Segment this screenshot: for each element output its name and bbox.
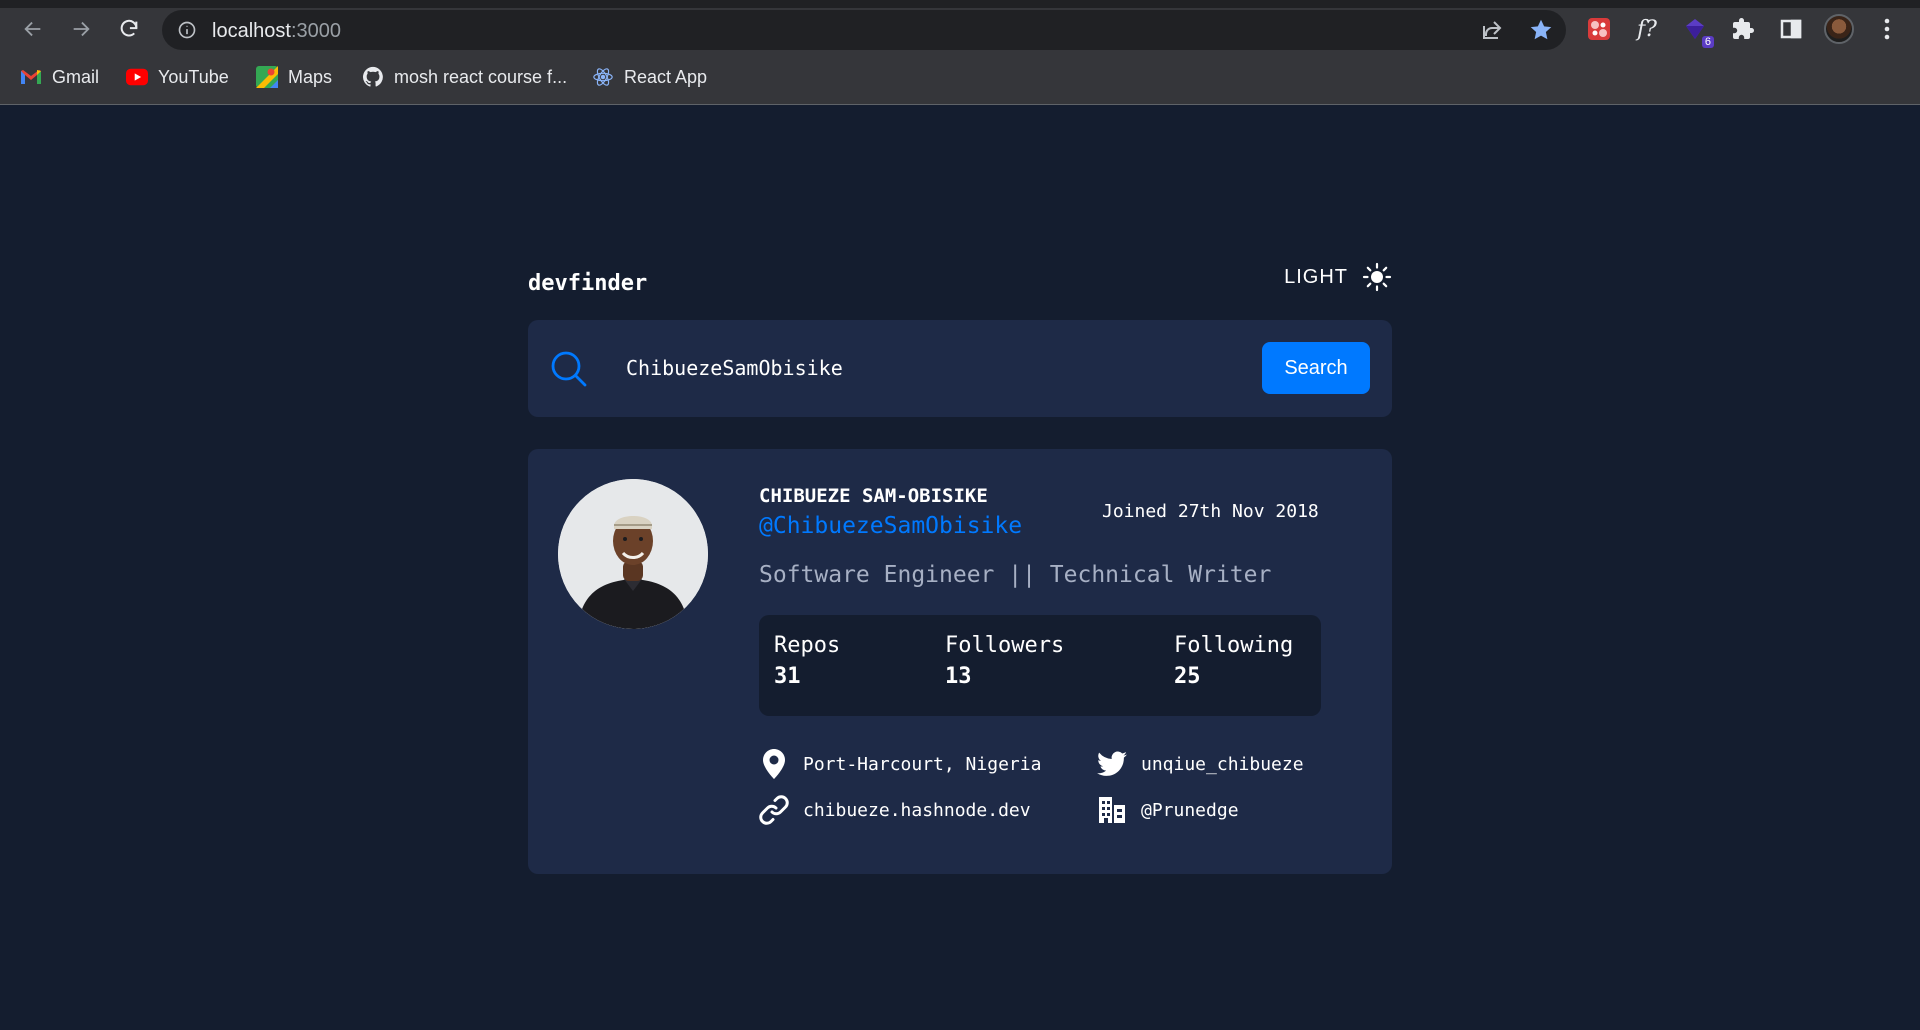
stat-followers: Followers 13 — [945, 633, 1064, 689]
search-bar: Search — [528, 320, 1392, 417]
address-bar[interactable]: localhost:3000 — [162, 10, 1566, 50]
react-icon — [592, 66, 614, 88]
extension-badge: 6 — [1701, 36, 1714, 48]
extension-grid-icon — [1588, 18, 1610, 40]
theme-label: LIGHT — [1284, 265, 1348, 288]
bookmark-github[interactable]: mosh react course f... — [362, 63, 567, 91]
url-host: localhost — [212, 20, 291, 42]
profile-card: CHIBUEZE SAM-OBISIKE @ChibuezeSamObisike… — [528, 449, 1392, 874]
joined-date: Joined 27th Nov 2018 — [1102, 501, 1319, 522]
arrow-right-icon — [73, 21, 90, 37]
location-item: Port-Harcourt, Nigeria — [759, 749, 1041, 779]
bookmark-star-icon[interactable] — [1528, 17, 1554, 43]
bookmark-label: mosh react course f... — [394, 66, 568, 87]
url-port: :3000 — [290, 20, 341, 42]
bookmark-maps[interactable]: Maps — [256, 63, 332, 91]
stat-label: Followers — [945, 633, 1065, 658]
extension-3-button[interactable]: 6 — [1680, 14, 1714, 48]
side-panel-button[interactable] — [1776, 14, 1806, 44]
bookmark-youtube[interactable]: YouTube — [126, 63, 229, 91]
company-item: @Prunedge — [1097, 795, 1239, 825]
extension-1-button[interactable] — [1584, 14, 1614, 44]
forward-button[interactable] — [64, 12, 98, 46]
profile-handle-link[interactable]: @ChibuezeSamObisike — [759, 513, 1022, 539]
twitter-item[interactable]: unqiue_chibueze — [1097, 749, 1304, 779]
profile-avatar-icon[interactable] — [1824, 14, 1854, 44]
profile-name: CHIBUEZE SAM-OBISIKE — [759, 485, 988, 507]
bookmark-react-app[interactable]: React App — [592, 63, 707, 91]
stat-value: 31 — [774, 664, 801, 689]
search-input[interactable] — [626, 346, 1226, 390]
puzzle-icon — [1733, 18, 1754, 39]
github-icon — [362, 66, 384, 88]
arrow-left-icon — [24, 21, 41, 37]
maps-icon — [256, 66, 278, 88]
search-icon — [551, 351, 587, 387]
twitter-icon — [1097, 749, 1127, 779]
stat-label: Repos — [774, 633, 841, 658]
theme-toggle-button[interactable]: LIGHT — [1284, 262, 1392, 292]
stats-panel: Repos 31 Followers 13 Following 25 — [759, 615, 1321, 716]
profile-links: Port-Harcourt, Nigeria chibueze.hashnode… — [759, 749, 1359, 849]
search-button[interactable]: Search — [1262, 342, 1370, 394]
website-item[interactable]: chibueze.hashnode.dev — [759, 795, 1031, 825]
reload-button[interactable] — [112, 12, 146, 46]
bookmark-label: Maps — [288, 66, 333, 87]
fx-icon: f? — [1637, 16, 1657, 42]
browser-menu-button[interactable] — [1872, 14, 1902, 44]
stat-value: 13 — [945, 664, 972, 689]
kebab-menu-icon — [1884, 18, 1890, 40]
tab-strip — [0, 0, 1920, 8]
website-link[interactable]: chibueze.hashnode.dev — [803, 800, 1031, 821]
bookmarks-bar: Gmail YouTube Maps mosh react course f..… — [0, 57, 1920, 97]
company-text: @Prunedge — [1141, 799, 1239, 821]
location-text: Port-Harcourt, Nigeria — [803, 753, 1042, 775]
office-building-icon — [1097, 795, 1127, 825]
bookmark-label: React App — [624, 66, 708, 87]
location-pin-icon — [759, 749, 789, 779]
sun-icon — [1362, 262, 1392, 292]
gmail-icon — [20, 66, 42, 88]
link-icon — [759, 795, 789, 825]
extension-fx-button[interactable]: f? — [1632, 14, 1662, 44]
profile-bio: Software Engineer || Technical Writer — [759, 562, 1272, 588]
info-icon[interactable] — [177, 20, 197, 40]
bookmark-label: YouTube — [158, 66, 229, 87]
url-text[interactable]: localhost:3000 — [212, 20, 341, 43]
extensions-menu-button[interactable] — [1728, 14, 1758, 44]
youtube-icon — [126, 66, 148, 88]
back-button[interactable] — [16, 12, 50, 46]
app-logo: devfinder — [528, 271, 648, 296]
bookmark-gmail[interactable]: Gmail — [20, 63, 99, 91]
stat-following: Following 25 — [1174, 633, 1293, 689]
browser-chrome: localhost:3000 f? 6 Gmail YouTube Maps m… — [0, 0, 1920, 105]
avatar — [558, 479, 708, 629]
avatar-photo-icon — [558, 479, 708, 629]
stat-label: Following — [1174, 633, 1294, 658]
reload-icon — [120, 19, 138, 37]
share-icon[interactable] — [1480, 18, 1504, 42]
stat-value: 25 — [1174, 664, 1201, 689]
twitter-handle[interactable]: unqiue_chibueze — [1141, 754, 1304, 775]
stat-repos: Repos 31 — [774, 633, 840, 689]
side-panel-icon — [1780, 19, 1802, 39]
bookmark-label: Gmail — [52, 66, 100, 87]
browser-toolbar: localhost:3000 f? 6 — [0, 8, 1920, 50]
